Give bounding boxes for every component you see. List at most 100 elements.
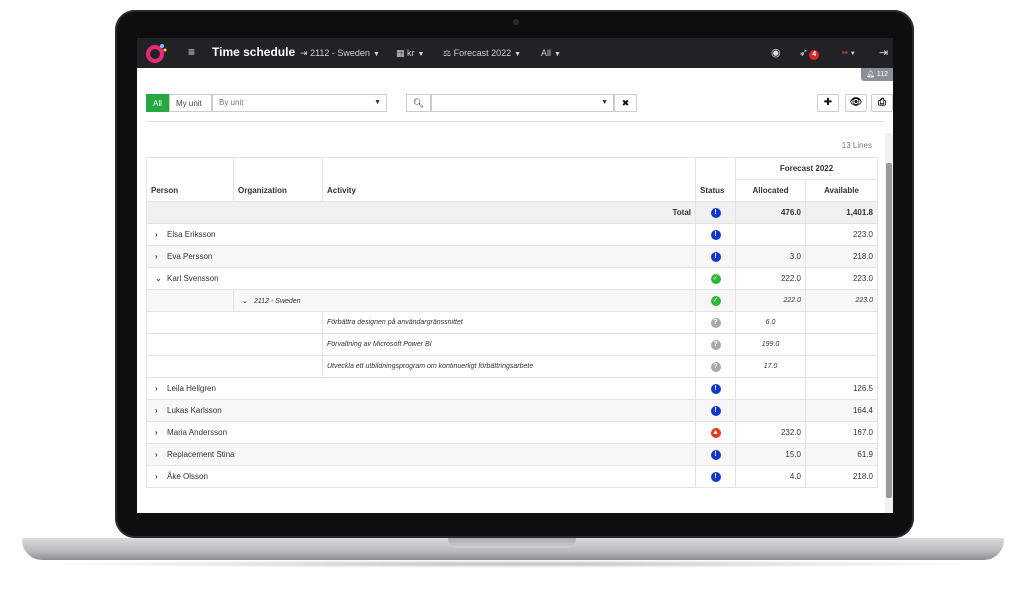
allocated-cell: 15.0 xyxy=(735,443,806,466)
app-title: Time schedule xyxy=(212,45,296,59)
allocated-cell xyxy=(735,399,806,422)
status-info-icon: ! xyxy=(710,229,721,240)
chevron-right-icon[interactable]: › xyxy=(155,450,167,459)
header-forecast-group: Forecast 2022 xyxy=(735,157,878,180)
available-cell xyxy=(805,311,878,334)
table-row[interactable]: › Eva Persson ! 3.0 218.0 xyxy=(146,245,878,268)
status-cell: ? xyxy=(695,311,736,334)
allocated-cell: 232.0 xyxy=(735,421,806,444)
activity-row[interactable]: Förvaltning av Microsoft Power BI ? 199.… xyxy=(146,333,878,356)
status-cell: ! xyxy=(695,399,736,422)
table-row[interactable]: › Maria Andersson ▲ 232.0 167.0 xyxy=(146,421,878,444)
activity-name: Förbättra designen på användargränssnitt… xyxy=(322,311,696,334)
allocated-cell xyxy=(735,223,806,246)
chevron-down-icon[interactable]: ⌄ xyxy=(155,274,167,283)
menu-icon[interactable]: ≡ xyxy=(188,46,195,58)
chevron-down-icon: ▼ xyxy=(554,51,561,58)
activity-row[interactable]: Utveckla ett utbildningsprogram om konti… xyxy=(146,355,878,378)
status-info-icon: ! xyxy=(710,471,721,482)
available-cell: 223.0 xyxy=(805,223,878,246)
chevron-right-icon[interactable]: › xyxy=(155,428,167,437)
available-cell: 164.4 xyxy=(805,399,878,422)
allocated-cell: 4.0 xyxy=(735,465,806,488)
header-activity[interactable]: Activity xyxy=(322,157,696,202)
filter-all-button[interactable]: All xyxy=(146,94,169,112)
person-cell: › Elsa Eriksson xyxy=(146,223,696,246)
status-cell: ? xyxy=(695,333,736,356)
person-cell: › Lukas Karlsson xyxy=(146,399,696,422)
scrollbar-thumb[interactable] xyxy=(886,163,892,498)
empty-cell xyxy=(146,355,323,378)
by-unit-placeholder: By unit xyxy=(219,98,244,107)
activity-name: Förvaltning av Microsoft Power BI xyxy=(322,333,696,356)
status-cell: ! xyxy=(695,465,736,488)
currency-selector[interactable]: ▦ kr ▼ xyxy=(396,48,424,59)
allocated-cell: 3.0 xyxy=(735,245,806,268)
status-info-icon: ! xyxy=(710,449,721,460)
status-cell: ✓ xyxy=(695,289,736,312)
chevron-right-icon[interactable]: › xyxy=(155,230,167,239)
allocated-cell xyxy=(735,377,806,400)
logout-icon[interactable]: ⇥ xyxy=(879,46,888,59)
user-icon[interactable]: ◉ xyxy=(771,46,781,59)
status-cell: ! xyxy=(695,245,736,268)
search-input[interactable]: ▼ xyxy=(431,94,614,112)
org-row[interactable]: ⌄ 2112 - Sweden ✓ 222.0 223.0 xyxy=(146,289,878,312)
person-name: Replacement Stina xyxy=(167,450,235,459)
add-button[interactable]: ✚ xyxy=(817,94,839,112)
eye-icon[interactable]: 👁︎ xyxy=(845,94,867,112)
table-row[interactable]: › Replacement Stina ! 15.0 61.9 xyxy=(146,443,878,466)
calculator-icon: ▦ xyxy=(396,48,405,58)
empty-cell xyxy=(146,311,323,334)
total-label: Total xyxy=(146,201,696,224)
person-name: Elsa Eriksson xyxy=(167,230,216,239)
table-row[interactable]: › Elsa Eriksson ! 223.0 xyxy=(146,223,878,246)
person-cell: › Eva Persson xyxy=(146,245,696,268)
chevron-right-icon[interactable]: › xyxy=(155,472,167,481)
table-row[interactable]: › Lukas Karlsson ! 164.4 xyxy=(146,399,878,422)
lines-count: 13 Lines xyxy=(841,141,872,150)
table-row[interactable]: › Leila Hellgren ! 126.5 xyxy=(146,377,878,400)
available-cell xyxy=(805,333,878,356)
rocket-notifications[interactable]: ➶ 4 xyxy=(799,46,820,60)
status-info-icon: ! xyxy=(710,207,721,218)
person-name: Leila Hellgren xyxy=(167,384,216,393)
person-name: Eva Persson xyxy=(167,252,213,261)
schedule-table: Person Organization Activity Forecast 20… xyxy=(146,157,878,488)
allocated-cell: 17.0 xyxy=(735,355,806,378)
header-person[interactable]: Person xyxy=(146,157,234,202)
total-row: Total ! 476.0 1,401.8 xyxy=(146,201,878,224)
filter-my-unit-button[interactable]: My unit xyxy=(169,94,212,112)
unit-selector[interactable]: ⇥ 2112 - Sweden ▼ xyxy=(300,48,380,59)
print-icon[interactable]: ⎙ xyxy=(871,94,893,112)
table-row[interactable]: › Åke Olsson ! 4.0 218.0 xyxy=(146,465,878,488)
search-icon[interactable]: 🔍︎ xyxy=(406,94,431,112)
chevron-right-icon[interactable]: › xyxy=(155,406,167,415)
chevron-right-icon[interactable]: › xyxy=(155,252,167,261)
activity-row[interactable]: Förbättra designen på användargränssnitt… xyxy=(146,311,878,334)
language-selector[interactable]: ▪▪ ▼ xyxy=(842,48,856,57)
alerts-tab[interactable]: 🔔︎ 112 xyxy=(861,68,893,81)
header-available[interactable]: Available xyxy=(805,179,878,202)
available-cell: 218.0 xyxy=(805,245,878,268)
app-logo[interactable] xyxy=(145,42,167,64)
header-status[interactable]: Status xyxy=(695,179,736,202)
header-allocated[interactable]: Allocated xyxy=(735,179,806,202)
by-unit-select[interactable]: By unit ▼ xyxy=(212,94,387,112)
forecast-selector[interactable]: ⚖ Forecast 2022 ▼ xyxy=(443,48,521,59)
available-cell: 126.5 xyxy=(805,377,878,400)
chevron-down-icon[interactable]: ⌄ xyxy=(242,297,254,305)
table-row[interactable]: ⌄ Karl Svensson ✓ 222.0 223.0 xyxy=(146,267,878,290)
screen: ≡ Time schedule ⇥ 2112 - Sweden ▼ ▦ kr ▼ ⚖… xyxy=(137,38,893,513)
status-pending-icon: ? xyxy=(710,339,721,350)
alerts-count: 112 xyxy=(876,71,888,78)
clear-icon[interactable]: ✖ xyxy=(614,94,637,112)
scope-selector[interactable]: All ▼ xyxy=(541,48,561,58)
forecast-label: Forecast 2022 xyxy=(453,48,512,58)
chevron-right-icon[interactable]: › xyxy=(155,384,167,393)
header-organization[interactable]: Organization xyxy=(233,157,323,202)
status-cell: ! xyxy=(695,377,736,400)
status-cell: ✓ xyxy=(695,267,736,290)
available-cell: 61.9 xyxy=(805,443,878,466)
currency-label: kr xyxy=(407,48,415,58)
